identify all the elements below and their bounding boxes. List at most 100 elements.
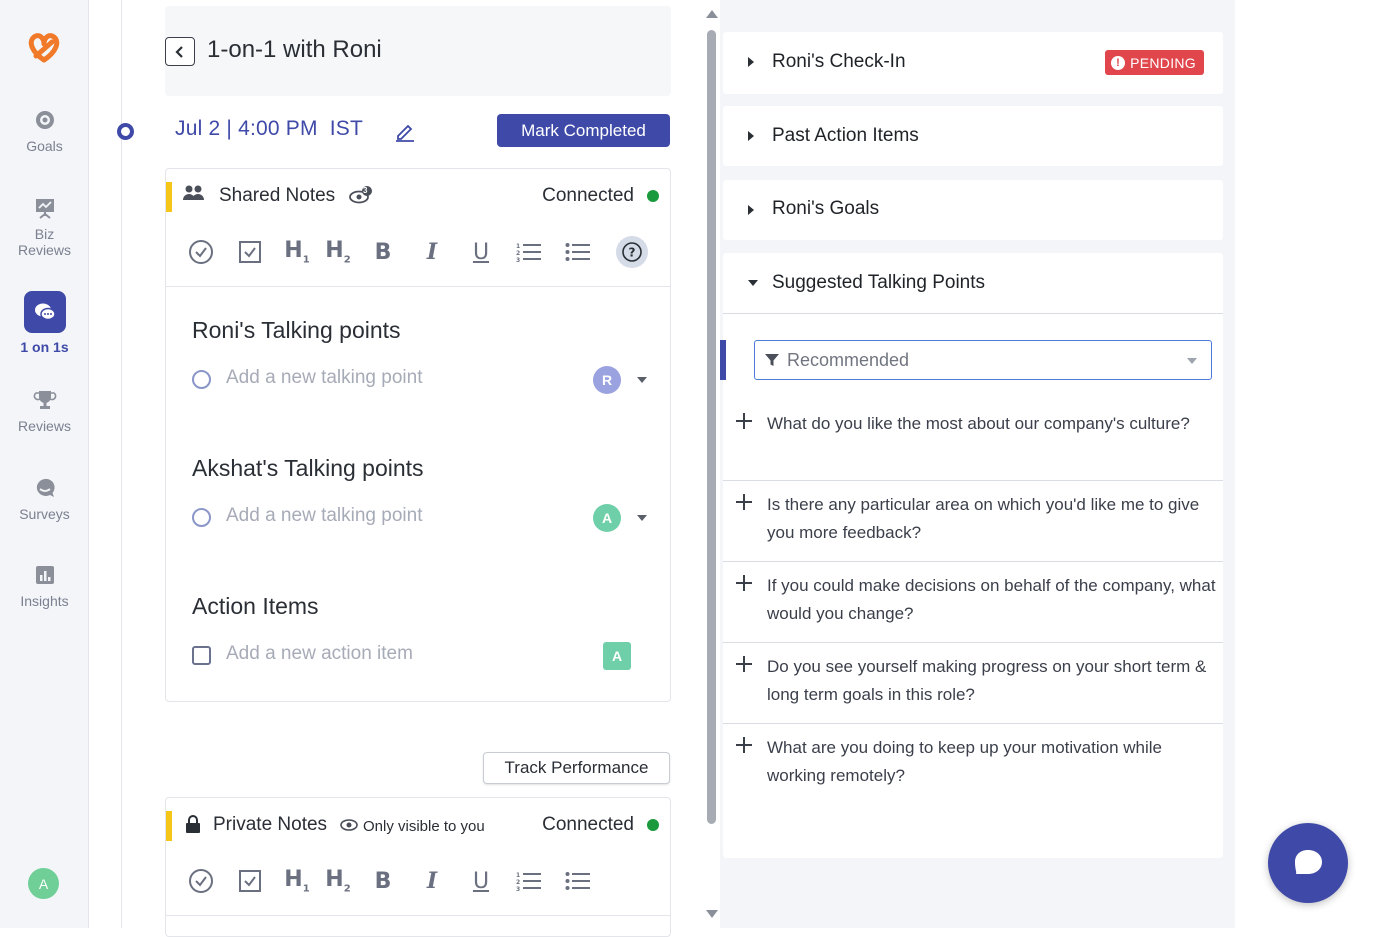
- shared-notes-card: Shared Notes 3 Connected H1 H2 B I U 123: [165, 168, 671, 702]
- target-icon: [35, 111, 54, 129]
- bold-button[interactable]: B: [368, 237, 398, 267]
- talking-point-placeholder[interactable]: Add a new talking point: [226, 367, 422, 389]
- bold-button[interactable]: B: [368, 866, 398, 896]
- sidebar-item-label: Biz Reviews: [18, 226, 71, 258]
- heading2-button[interactable]: H2: [323, 866, 353, 896]
- talking-point-radio[interactable]: [192, 370, 211, 389]
- heading1-button[interactable]: H1: [282, 866, 312, 896]
- list-item[interactable]: Is there any particular area on which yo…: [723, 481, 1223, 562]
- action-item-placeholder[interactable]: Add a new action item: [226, 643, 413, 665]
- right-panel: Roni's Check-In ! PENDING Past Action It…: [720, 0, 1235, 928]
- checkbox-tool-button[interactable]: [235, 237, 265, 267]
- underline-icon: U: [472, 239, 490, 265]
- add-plus-icon[interactable]: [736, 656, 752, 672]
- italic-button[interactable]: I: [417, 237, 447, 267]
- scrollbar[interactable]: [702, 0, 720, 928]
- viewers-eye-icon[interactable]: [348, 185, 374, 205]
- talking-point-radio[interactable]: [192, 508, 211, 527]
- accordion-header[interactable]: Suggested Talking Points: [723, 253, 1223, 314]
- italic-icon: I: [426, 868, 438, 894]
- sidebar-item-reviews[interactable]: Reviews: [0, 388, 89, 434]
- caret-right-icon: [748, 131, 754, 141]
- bullet-list-button[interactable]: [563, 237, 593, 267]
- back-button[interactable]: [165, 37, 195, 66]
- heading1-button[interactable]: H1: [282, 237, 312, 267]
- scroll-up-arrow-icon[interactable]: [706, 10, 718, 18]
- bullet-list-icon: [565, 872, 590, 890]
- ordered-list-button[interactable]: 123: [514, 237, 544, 267]
- chat-launcher-button[interactable]: [1268, 823, 1348, 903]
- sidebar-item-goals[interactable]: Goals: [0, 108, 89, 154]
- caret-right-icon: [748, 205, 754, 215]
- add-plus-icon[interactable]: [736, 413, 752, 429]
- ordered-list-button[interactable]: 123: [514, 866, 544, 896]
- add-plus-icon[interactable]: [736, 737, 752, 753]
- avatar[interactable]: A: [28, 868, 59, 899]
- accordion-checkin[interactable]: Roni's Check-In ! PENDING: [723, 32, 1223, 94]
- italic-button[interactable]: I: [417, 866, 447, 896]
- accordion-goals[interactable]: Roni's Goals: [723, 180, 1223, 240]
- track-performance-button[interactable]: Track Performance: [483, 752, 670, 784]
- sidebar-item-1on1s[interactable]: 1 on 1s: [0, 291, 89, 355]
- sidebar-item-surveys[interactable]: Surveys: [0, 476, 89, 522]
- chevron-down-icon[interactable]: [637, 515, 647, 521]
- assignee-avatar[interactable]: A: [593, 504, 621, 532]
- accent-bar: [166, 811, 172, 841]
- sidebar-item-biz-reviews[interactable]: Biz Reviews: [0, 196, 89, 258]
- add-plus-icon[interactable]: [736, 494, 752, 510]
- status-badge-text: PENDING: [1130, 54, 1196, 71]
- h2-icon: H2: [325, 867, 351, 895]
- checkbox-icon: [239, 241, 261, 263]
- sidebar-item-label: Surveys: [19, 506, 70, 522]
- talking-point-input-row[interactable]: Add a new talking point R: [192, 365, 647, 395]
- talking-point-input-row[interactable]: Add a new talking point A: [192, 503, 647, 533]
- add-plus-icon[interactable]: [736, 575, 752, 591]
- assignee-avatar[interactable]: R: [593, 366, 621, 394]
- filter-select[interactable]: Recommended: [754, 340, 1212, 380]
- svg-text:2: 2: [516, 250, 520, 257]
- connection-dot: [647, 819, 659, 831]
- scrollbar-thumb[interactable]: [707, 30, 716, 824]
- checkbox-tool-button[interactable]: [235, 866, 265, 896]
- talking-point-tool-button[interactable]: [186, 866, 216, 896]
- main-content: 1-on-1 with Roni Jul 2 | 4:00 PM IST Mar…: [117, 0, 702, 937]
- chat-bubble-icon: [1295, 850, 1322, 874]
- underline-button[interactable]: U: [466, 866, 496, 896]
- heading2-button[interactable]: H2: [323, 237, 353, 267]
- edit-pencil-icon[interactable]: [394, 120, 416, 142]
- chat-bubbles-icon: [23, 291, 66, 333]
- connection-status: Connected: [542, 185, 634, 206]
- people-icon: [183, 185, 204, 200]
- sidebar-item-insights[interactable]: Insights: [0, 563, 89, 609]
- chevron-down-icon: [1187, 358, 1197, 364]
- pretzel-logo-icon[interactable]: [24, 30, 64, 66]
- sidebar: Goals Biz Reviews 1 on 1s Reviews Survey…: [0, 0, 89, 928]
- sidebar-item-label: Goals: [26, 138, 63, 154]
- talking-point-placeholder[interactable]: Add a new talking point: [226, 505, 422, 527]
- private-notes-header: Private Notes Only visible to you Connec…: [166, 798, 670, 854]
- list-item[interactable]: If you could make decisions on behalf of…: [723, 562, 1223, 643]
- sidebar-item-label: 1 on 1s: [20, 339, 69, 355]
- h2-icon: H2: [325, 238, 351, 266]
- accordion-past-action-items[interactable]: Past Action Items: [723, 106, 1223, 166]
- list-item[interactable]: What are you doing to keep up your motiv…: [723, 724, 1223, 805]
- talking-point-tool-button[interactable]: [186, 237, 216, 267]
- bullet-list-button[interactable]: [563, 866, 593, 896]
- timeline-marker: [117, 123, 134, 140]
- action-item-checkbox[interactable]: [192, 646, 211, 665]
- connection-dot: [647, 190, 659, 202]
- underline-button[interactable]: U: [466, 237, 496, 267]
- list-item[interactable]: Do you see yourself making progress on y…: [723, 643, 1223, 724]
- status-badge: ! PENDING: [1105, 50, 1204, 75]
- mark-completed-button[interactable]: Mark Completed: [497, 114, 670, 147]
- scroll-down-arrow-icon[interactable]: [706, 910, 718, 918]
- chevron-left-icon: [175, 45, 183, 58]
- chevron-down-icon[interactable]: [637, 377, 647, 383]
- filter-accent-bar: [720, 340, 726, 380]
- list-item[interactable]: What do you like the most about our comp…: [723, 400, 1223, 481]
- action-item-input-row[interactable]: Add a new action item A: [192, 641, 647, 671]
- help-button[interactable]: ?: [616, 236, 648, 268]
- editor-toolbar: H1 H2 B I U 123 ?: [166, 225, 670, 287]
- shared-notes-header: Shared Notes 3 Connected: [166, 169, 670, 225]
- assignee-avatar[interactable]: A: [603, 642, 631, 670]
